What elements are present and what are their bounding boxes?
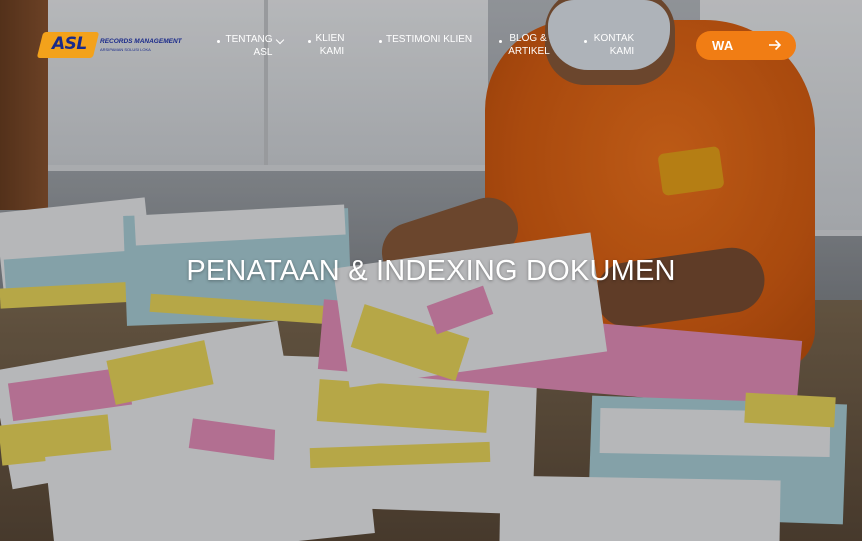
logo-text: ASL (52, 34, 87, 54)
nav-bullet-icon (584, 40, 587, 43)
whatsapp-button-label: WA (712, 38, 734, 53)
hero-title: PENATAAN & INDEXING DOKUMEN (186, 255, 676, 287)
chevron-down-icon[interactable] (275, 35, 285, 45)
brand-logo[interactable]: ASL RECORDS MANAGEMENT ARSIPAMAN SOLUSI … (36, 30, 190, 62)
nav-label: ASL (253, 47, 273, 58)
logo-tagline: ARSIPAMAN SOLUSI LOKA (100, 47, 151, 52)
nav-label: ARTIKEL (508, 46, 550, 57)
arrow-right-icon (769, 39, 782, 51)
whatsapp-button[interactable]: WA (696, 31, 796, 60)
nav-label: TENTANG (225, 34, 273, 45)
nav-label: KONTAK (593, 33, 635, 44)
nav-bullet-icon (308, 40, 311, 43)
nav-label: KAMI (319, 46, 345, 57)
nav-label: BLOG & (509, 33, 547, 44)
logo-name: RECORDS MANAGEMENT (100, 38, 182, 45)
site-header: ASL RECORDS MANAGEMENT ARSIPAMAN SOLUSI … (0, 0, 862, 90)
hero-section: ASL RECORDS MANAGEMENT ARSIPAMAN SOLUSI … (0, 0, 862, 541)
nav-label: KLIEN (315, 33, 345, 44)
nav-bullet-icon (379, 40, 382, 43)
nav-label: TESTIMONI KLIEN (386, 34, 473, 45)
nav-bullet-icon (217, 40, 220, 43)
nav-bullet-icon (499, 40, 502, 43)
nav-label: KAMI (609, 46, 635, 57)
